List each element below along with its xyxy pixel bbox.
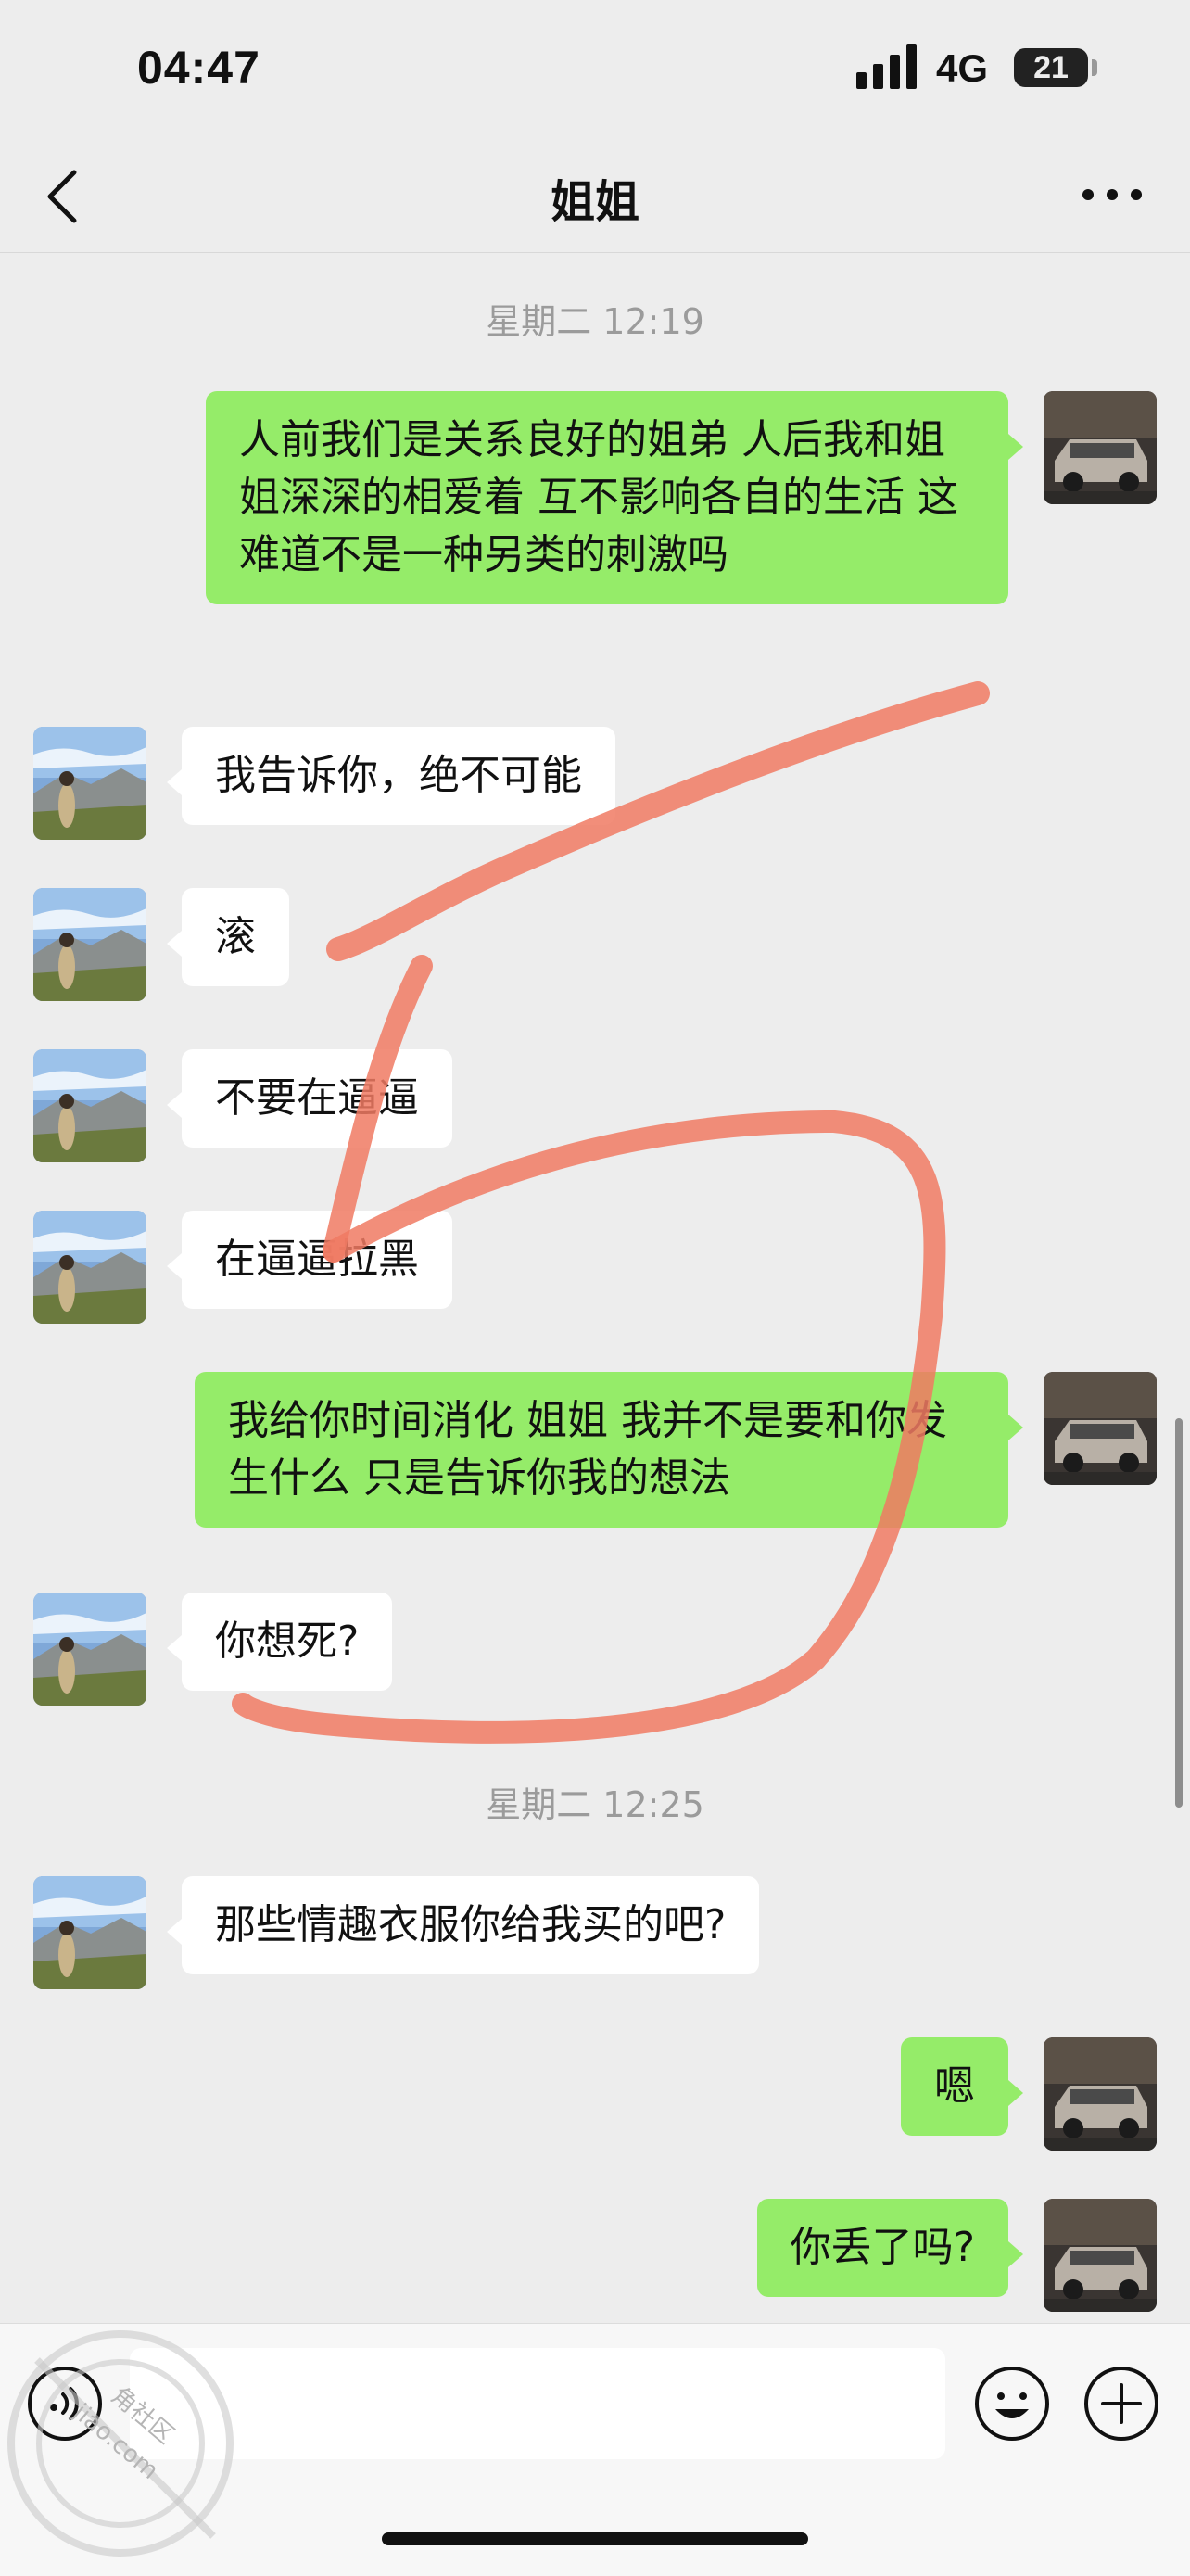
signal-icon bbox=[856, 44, 917, 89]
outgoing-message[interactable]: 人前我们是关系良好的姐弟 人后我和姐姐深深的相爱着 互不影响各自的生活 这难道不… bbox=[206, 391, 1008, 604]
emoji-icon[interactable] bbox=[973, 2365, 1051, 2443]
incoming-message[interactable]: 在逼逼拉黑 bbox=[182, 1211, 452, 1309]
bubble-tail bbox=[167, 1635, 182, 1661]
my-avatar[interactable] bbox=[1044, 2037, 1157, 2151]
message-input[interactable] bbox=[130, 2348, 945, 2459]
incoming-message[interactable]: 我告诉你，绝不可能 bbox=[182, 727, 615, 825]
bubble-tail bbox=[167, 1919, 182, 1945]
incoming-message[interactable]: 那些情趣衣服你给我买的吧? bbox=[182, 1876, 760, 1974]
plus-icon[interactable] bbox=[1082, 2365, 1160, 2443]
battery-icon: 21 bbox=[1014, 48, 1088, 87]
battery-level: 21 bbox=[1033, 50, 1069, 85]
contact-avatar[interactable] bbox=[33, 1876, 146, 1989]
bubble-tail bbox=[167, 769, 182, 795]
bubble-tail bbox=[1008, 2080, 1023, 2106]
bubble-tail bbox=[167, 1092, 182, 1118]
bubble-tail bbox=[1008, 1415, 1023, 1440]
my-avatar[interactable] bbox=[1044, 1372, 1157, 1485]
message-timestamp: 星期二 12:19 bbox=[486, 301, 704, 342]
status-bar: 04:47 4G 21 bbox=[0, 0, 1190, 139]
home-indicator[interactable] bbox=[382, 2532, 808, 2545]
contact-avatar[interactable] bbox=[33, 727, 146, 840]
outgoing-message[interactable]: 你丢了吗? bbox=[756, 2199, 1008, 2297]
outgoing-message[interactable]: 我给你时间消化 姐姐 我并不是要和你发生什么 只是告诉你我的想法 bbox=[195, 1372, 1008, 1528]
outgoing-message[interactable]: 嗯 bbox=[901, 2037, 1008, 2136]
chat-header: 姐姐 bbox=[0, 139, 1190, 253]
handdrawn-annotation bbox=[232, 681, 990, 1744]
contact-avatar[interactable] bbox=[33, 1049, 146, 1162]
my-avatar[interactable] bbox=[1044, 391, 1157, 504]
bubble-tail bbox=[1008, 2241, 1023, 2267]
voice-icon[interactable] bbox=[26, 2365, 104, 2443]
my-avatar[interactable] bbox=[1044, 2199, 1157, 2312]
more-options-icon[interactable] bbox=[1075, 167, 1149, 222]
message-timestamp: 星期二 12:25 bbox=[486, 1784, 704, 1825]
status-time: 04:47 bbox=[137, 42, 260, 94]
incoming-message[interactable]: 不要在逼逼 bbox=[182, 1049, 452, 1148]
bubble-tail bbox=[167, 931, 182, 957]
bubble-tail bbox=[167, 1253, 182, 1279]
incoming-message[interactable]: 你想死? bbox=[182, 1593, 393, 1691]
scrollbar[interactable] bbox=[1175, 1418, 1183, 1808]
battery-cap bbox=[1092, 59, 1097, 76]
incoming-message[interactable]: 滚 bbox=[182, 888, 289, 986]
contact-avatar[interactable] bbox=[33, 888, 146, 1001]
network-type: 4G bbox=[936, 46, 989, 90]
bubble-tail bbox=[1008, 434, 1023, 460]
chat-title: 姐姐 bbox=[550, 176, 639, 228]
contact-avatar[interactable] bbox=[33, 1211, 146, 1324]
contact-avatar[interactable] bbox=[33, 1593, 146, 1706]
